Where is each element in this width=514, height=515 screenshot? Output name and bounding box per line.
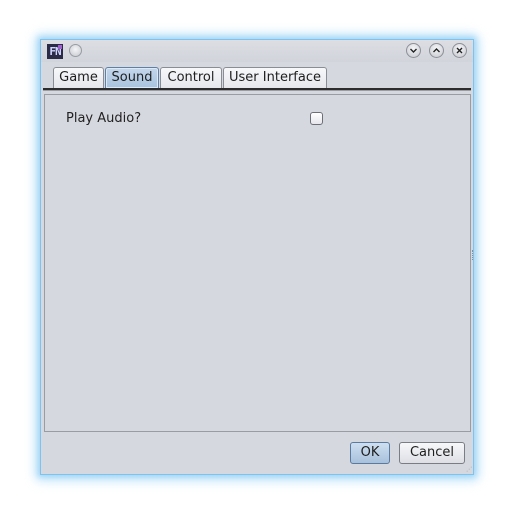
options-dialog: FN Game Sound Control User Interface Pla… — [40, 39, 474, 475]
tab-control[interactable]: Control — [160, 67, 222, 88]
play-audio-label: Play Audio? — [66, 111, 142, 126]
resize-grip-icon[interactable]: ⋰ — [466, 467, 472, 473]
tab-game[interactable]: Game — [53, 67, 104, 88]
tab-sound[interactable]: Sound — [105, 67, 159, 88]
cancel-button[interactable]: Cancel — [399, 442, 465, 464]
titlebar[interactable]: FN — [41, 40, 473, 62]
minimize-icon[interactable] — [406, 43, 421, 58]
resize-handle-right[interactable] — [472, 250, 475, 260]
tab-user-interface[interactable]: User Interface — [223, 67, 327, 88]
sound-settings-panel: Play Audio? — [44, 94, 471, 432]
maximize-icon[interactable] — [429, 43, 444, 58]
tab-divider — [43, 88, 471, 91]
ok-button[interactable]: OK — [350, 442, 390, 464]
close-icon[interactable] — [452, 43, 467, 58]
window-menu-icon[interactable] — [69, 44, 82, 57]
app-icon[interactable]: FN — [47, 44, 63, 59]
tab-bar: Game Sound Control User Interface — [43, 66, 473, 90]
play-audio-checkbox[interactable] — [310, 112, 323, 125]
